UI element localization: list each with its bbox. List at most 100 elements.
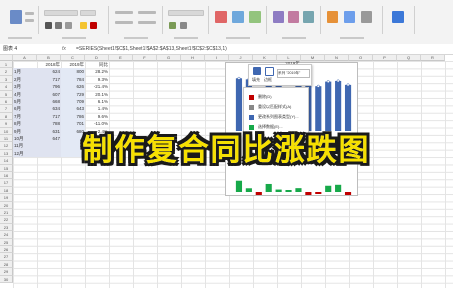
row-header[interactable]: 29 xyxy=(0,268,13,276)
format-icon[interactable] xyxy=(303,11,314,23)
row-header[interactable]: 1 xyxy=(0,61,13,69)
row-header[interactable]: 26 xyxy=(0,246,13,254)
row-header[interactable]: 18 xyxy=(0,186,13,195)
table-cell[interactable]: 2月 xyxy=(13,75,37,84)
font-color-icon[interactable] xyxy=(90,22,97,29)
outline-label[interactable]: 边框 xyxy=(264,77,272,83)
table-cell[interactable]: 9.3% xyxy=(85,76,109,83)
table-format-icon[interactable] xyxy=(232,11,244,23)
table-cell[interactable]: 1月 xyxy=(13,68,37,76)
ribbon-group-font[interactable] xyxy=(40,6,109,34)
italic-icon[interactable] xyxy=(55,22,62,29)
change-marker-10月[interactable] xyxy=(325,185,332,192)
table-cell[interactable]: 701 xyxy=(61,120,85,128)
row-header[interactable]: 6 xyxy=(0,98,13,106)
ribbon-group-editing[interactable] xyxy=(322,6,383,34)
row-header[interactable]: 17 xyxy=(0,179,13,187)
percent-icon[interactable] xyxy=(169,22,176,29)
comma-icon[interactable] xyxy=(180,22,187,29)
fill-icon[interactable] xyxy=(253,67,261,75)
row-header[interactable]: 5 xyxy=(0,90,13,98)
ribbon-group-alignment[interactable] xyxy=(110,6,163,34)
table-header-cell[interactable] xyxy=(13,61,37,68)
change-marker-9月[interactable] xyxy=(315,192,322,194)
table-header-cell[interactable]: 同比 xyxy=(85,61,109,68)
table-cell[interactable]: 3月 xyxy=(13,83,37,91)
table-cell[interactable]: 796 xyxy=(37,83,61,91)
row-header[interactable]: 30 xyxy=(0,275,13,283)
bar-1月[interactable] xyxy=(235,78,243,131)
table-header-cell[interactable]: 2019年 xyxy=(61,61,85,68)
addin-icon[interactable] xyxy=(392,11,404,23)
table-cell[interactable]: 668 xyxy=(37,98,61,106)
delete-icon[interactable] xyxy=(288,11,299,23)
bold-icon[interactable] xyxy=(45,22,52,29)
ribbon-group-styles[interactable] xyxy=(210,6,267,34)
change-marker-1月[interactable] xyxy=(235,180,243,192)
table-cell[interactable]: 800 xyxy=(61,68,85,76)
cell-style-icon[interactable] xyxy=(249,11,261,23)
selection-handle[interactable] xyxy=(316,84,320,88)
table-cell[interactable]: 717 xyxy=(37,75,61,84)
table-cell[interactable]: 4月 xyxy=(13,90,37,98)
formula-input[interactable]: =SERIES(Sheet1!$C$1,Sheet1!$A$2:$A$13,Sh… xyxy=(76,45,227,53)
menu-item-delete[interactable]: 删除(D) xyxy=(258,94,272,100)
change-marker-5月[interactable] xyxy=(275,189,282,192)
table-cell[interactable]: 788 xyxy=(37,120,61,128)
change-marker-7月[interactable] xyxy=(295,188,302,192)
sum-icon[interactable] xyxy=(327,11,338,23)
table-cell[interactable]: 607 xyxy=(37,90,61,98)
selection-handle[interactable] xyxy=(336,79,340,83)
row-header[interactable]: 25 xyxy=(0,238,13,246)
conditional-format-icon[interactable] xyxy=(215,11,227,23)
table-cell[interactable]: 643 xyxy=(61,105,85,113)
change-marker-12月[interactable] xyxy=(344,192,352,195)
table-cell[interactable]: 9.6% xyxy=(85,113,109,120)
bar-10月[interactable] xyxy=(325,81,332,131)
row-header[interactable]: 23 xyxy=(0,223,13,232)
row-header[interactable]: 19 xyxy=(0,194,13,202)
name-box[interactable]: 图表 4 xyxy=(3,45,41,53)
series-dropdown[interactable]: 系列 "2019年" xyxy=(277,69,310,78)
selection-handle[interactable] xyxy=(326,80,330,84)
table-cell[interactable]: -11.0% xyxy=(85,120,109,127)
row-header[interactable]: 8 xyxy=(0,112,13,121)
bar-12月[interactable] xyxy=(344,84,352,131)
change-marker-4月[interactable] xyxy=(265,183,272,192)
table-cell[interactable]: 6.1% xyxy=(85,98,109,105)
table-cell[interactable]: 709 xyxy=(61,98,85,106)
table-cell[interactable]: 786 xyxy=(61,112,85,121)
ribbon-group-clipboard[interactable] xyxy=(4,6,39,34)
find-icon[interactable] xyxy=(361,11,372,23)
row-header[interactable]: 7 xyxy=(0,105,13,113)
row-header[interactable]: 21 xyxy=(0,209,13,217)
ribbon-group-number[interactable] xyxy=(164,6,209,34)
fill-color-icon[interactable] xyxy=(80,22,87,29)
table-cell[interactable]: 626 xyxy=(61,83,85,91)
bar-9月[interactable] xyxy=(315,86,322,131)
change-marker-8月[interactable] xyxy=(305,192,312,195)
table-cell[interactable]: 7月 xyxy=(13,112,37,121)
table-cell[interactable]: 8月 xyxy=(13,120,37,128)
row-header[interactable]: 22 xyxy=(0,216,13,224)
change-marker-3月[interactable] xyxy=(255,192,262,195)
row-header[interactable]: 28 xyxy=(0,260,13,269)
menu-item-reset-style[interactable]: 重设以匹配样式(A) xyxy=(258,104,291,110)
underline-icon[interactable] xyxy=(65,22,72,29)
fx-icon[interactable]: fx xyxy=(62,45,66,53)
row-header[interactable]: 9 xyxy=(0,120,13,128)
sort-filter-icon[interactable] xyxy=(344,11,355,23)
table-cell[interactable]: -21.4% xyxy=(85,83,109,90)
change-marker-11月[interactable] xyxy=(335,184,342,192)
table-cell[interactable]: 28.2% xyxy=(85,68,109,75)
row-header[interactable]: 24 xyxy=(0,231,13,239)
row-header[interactable]: 20 xyxy=(0,201,13,209)
change-marker-6月[interactable] xyxy=(285,190,292,192)
insert-icon[interactable] xyxy=(273,11,284,23)
change-marker-2月[interactable] xyxy=(245,188,252,192)
bar-11月[interactable] xyxy=(335,80,342,131)
paste-icon[interactable] xyxy=(10,10,22,24)
ribbon-group-cells[interactable] xyxy=(268,6,321,34)
table-cell[interactable]: 1.4% xyxy=(85,105,109,112)
selection-handle[interactable] xyxy=(237,76,241,80)
